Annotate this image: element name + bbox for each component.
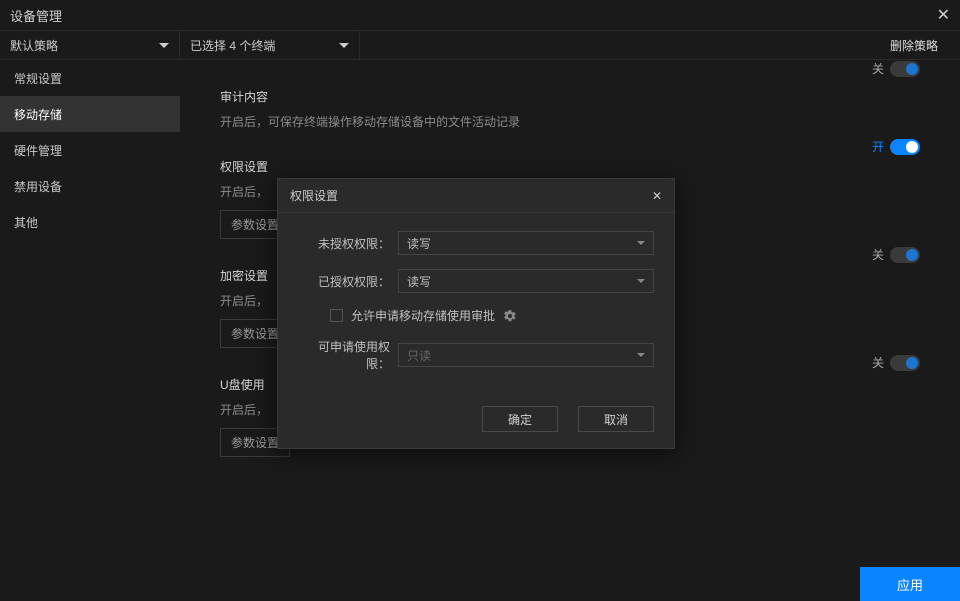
checkbox-icon[interactable] [330,309,343,322]
switch-icon [890,61,920,77]
terminals-dropdown-label: 已选择 4 个终端 [190,37,275,54]
sidebar-item-label: 常规设置 [14,70,62,87]
toggle-permission[interactable]: 开 [872,138,920,155]
switch-icon [890,247,920,263]
apply-button[interactable]: 应用 [860,567,960,601]
section-desc: 开启后，可保存终端操作移动存储设备中的文件活动记录 [220,113,920,130]
modal-title: 权限设置 [290,187,338,204]
auth-select[interactable]: 读写 [398,269,654,293]
policy-dropdown[interactable]: 默认策略 [0,30,180,60]
approval-check-label: 允许申请移动存储使用审批 [351,307,495,324]
sidebar-item-label: 硬件管理 [14,142,62,159]
titlebar: 设备管理 ✕ [0,0,960,30]
toggle-encrypt[interactable]: 关 [872,246,920,263]
close-icon[interactable]: ✕ [937,5,950,25]
toggle-label: 开 [872,138,884,155]
switch-icon [890,139,920,155]
section-audit: 审计内容 开启后，可保存终端操作移动存储设备中的文件活动记录 [220,88,920,130]
cancel-button[interactable]: 取消 [578,406,654,432]
modal-body: 未授权权限： 读写 已授权权限： 读写 允许申请移动存储使用审批 可申请使用权限… [278,213,674,394]
topbar: 默认策略 已选择 4 个终端 删除策略 [0,30,960,60]
sidebar-item-mobile-storage[interactable]: 移动存储 [0,96,180,132]
toggle-label: 关 [872,246,884,263]
sidebar-item-label: 禁用设备 [14,178,62,195]
unauth-label: 未授权权限： [298,235,398,252]
form-row-auth: 已授权权限： 读写 [298,269,654,293]
sidebar-item-label: 其他 [14,214,38,231]
approval-check-row[interactable]: 允许申请移动存储使用审批 [330,307,654,324]
terminals-dropdown[interactable]: 已选择 4 个终端 [180,30,360,60]
auth-value: 读写 [407,273,431,290]
sidebar-item-label: 移动存储 [14,106,62,123]
modal-footer: 确定 取消 [278,394,674,448]
sidebar: 常规设置 移动存储 硬件管理 禁用设备 其他 [0,60,180,567]
gear-icon[interactable] [503,309,517,323]
caret-down-icon [637,241,645,245]
form-row-unauth: 未授权权限： 读写 [298,231,654,255]
modal-titlebar: 权限设置 ✕ [278,179,674,213]
caret-down-icon [339,43,349,48]
switch-icon [890,355,920,371]
toggle-audit[interactable]: 关 [872,60,920,77]
caret-down-icon [637,279,645,283]
footer: 应用 [0,567,960,601]
toggle-udisk[interactable]: 关 [872,354,920,371]
applicable-value: 只读 [407,347,431,364]
sidebar-item-disable-device[interactable]: 禁用设备 [0,168,180,204]
sidebar-item-other[interactable]: 其他 [0,204,180,240]
section-title: 权限设置 [220,158,920,175]
caret-down-icon [637,353,645,357]
section-title: 审计内容 [220,88,920,105]
confirm-button[interactable]: 确定 [482,406,558,432]
toggle-label: 关 [872,60,884,77]
modal-close-icon[interactable]: ✕ [652,189,662,203]
permission-modal: 权限设置 ✕ 未授权权限： 读写 已授权权限： 读写 允许申请移动存储使用审批 [277,178,675,449]
applicable-label: 可申请使用权限： [298,338,398,372]
window-title: 设备管理 [10,6,62,25]
caret-down-icon [159,43,169,48]
policy-dropdown-label: 默认策略 [10,37,58,54]
applicable-select[interactable]: 只读 [398,343,654,367]
form-row-applicable: 可申请使用权限： 只读 [298,338,654,372]
delete-policy-link[interactable]: 删除策略 [868,37,960,54]
auth-label: 已授权权限： [298,273,398,290]
sidebar-item-hardware[interactable]: 硬件管理 [0,132,180,168]
unauth-value: 读写 [407,235,431,252]
toggle-label: 关 [872,354,884,371]
unauth-select[interactable]: 读写 [398,231,654,255]
sidebar-item-general[interactable]: 常规设置 [0,60,180,96]
